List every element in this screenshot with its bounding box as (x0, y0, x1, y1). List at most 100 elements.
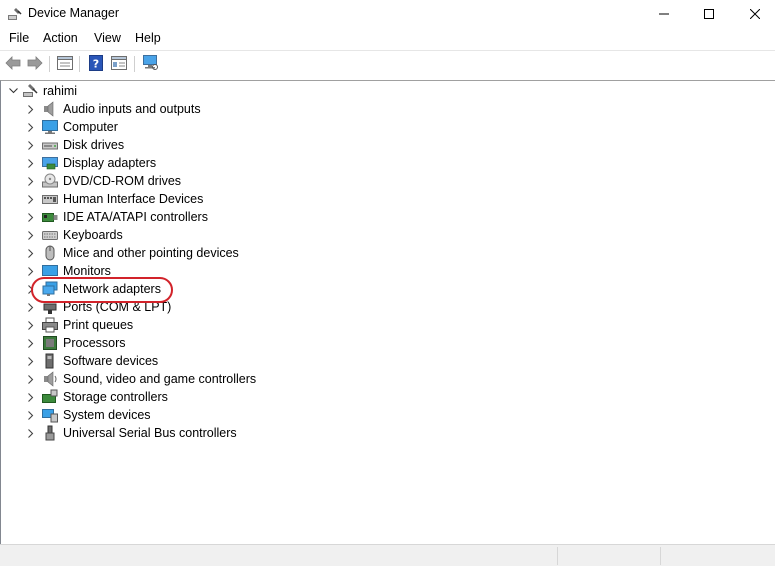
maximize-button[interactable] (686, 0, 732, 28)
usb-icon (42, 425, 58, 441)
chevron-right-icon[interactable] (24, 172, 38, 190)
tree-item[interactable]: Disk drives (24, 136, 124, 154)
svg-text:?: ? (93, 57, 99, 70)
toolbar-separator (134, 56, 135, 72)
tree-item-label: Display adapters (63, 156, 157, 170)
tree-item-label: Ports (COM & LPT) (63, 300, 172, 314)
tree-item-label: IDE ATA/ATAPI controllers (63, 210, 208, 224)
tree-item[interactable]: Display adapters (24, 154, 156, 172)
tree-item[interactable]: Computer (24, 118, 118, 136)
tree-item[interactable]: Universal Serial Bus controllers (24, 424, 237, 442)
hid-icon (42, 191, 58, 207)
chevron-right-icon[interactable] (24, 118, 38, 136)
tree-item[interactable]: Network adapters (24, 280, 161, 298)
chevron-right-icon[interactable] (24, 136, 38, 154)
tree-item[interactable]: Storage controllers (24, 388, 168, 406)
tree-item-label: Software devices (63, 354, 159, 368)
back-button[interactable] (3, 54, 23, 74)
device-tree: rahimi Audio inputs and outputs Computer D… (0, 80, 775, 544)
chevron-right-icon[interactable] (24, 388, 38, 406)
minimize-button[interactable] (641, 0, 687, 28)
tree-item-label: Print queues (63, 318, 134, 332)
tree-item-label: Universal Serial Bus controllers (63, 426, 237, 440)
system-device-icon (42, 407, 58, 423)
tree-item[interactable]: System devices (24, 406, 151, 424)
tree-item[interactable]: Sound, video and game controllers (24, 370, 256, 388)
help-icon: ? (89, 54, 103, 74)
tree-item-label: Audio inputs and outputs (63, 102, 201, 116)
menu-view[interactable]: View (92, 31, 123, 45)
processor-icon (42, 335, 58, 351)
toolbar-separator (79, 56, 80, 72)
tree-item-label: Keyboards (63, 228, 123, 242)
tree-item[interactable]: Software devices (24, 352, 158, 370)
chevron-right-icon[interactable] (24, 352, 38, 370)
tree-item[interactable]: Human Interface Devices (24, 190, 203, 208)
status-bar (0, 544, 775, 566)
tree-item[interactable]: DVD/CD-ROM drives (24, 172, 181, 190)
chevron-right-icon[interactable] (24, 226, 38, 244)
chevron-right-icon[interactable] (24, 100, 38, 118)
mouse-icon (42, 245, 58, 261)
software-device-icon (42, 353, 58, 369)
tree-item[interactable]: Keyboards (24, 226, 123, 244)
tree-item-label: Storage controllers (63, 390, 168, 404)
view-icon (111, 55, 127, 73)
tree-item-label: Processors (63, 336, 126, 350)
menu-action[interactable]: Action (41, 31, 80, 45)
status-separator (557, 547, 558, 565)
toolbar-separator (49, 56, 50, 72)
printer-icon (42, 317, 58, 333)
ide-controller-icon (42, 209, 58, 225)
tree-item[interactable]: IDE ATA/ATAPI controllers (24, 208, 208, 226)
menu-file[interactable]: File (7, 31, 31, 45)
status-separator (660, 547, 661, 565)
keyboard-icon (42, 227, 58, 243)
forward-arrow-icon (27, 55, 43, 73)
chevron-right-icon[interactable] (24, 316, 38, 334)
device-manager-icon (7, 6, 23, 22)
back-arrow-icon (5, 55, 21, 73)
tree-item-label: Computer (63, 120, 118, 134)
forward-button[interactable] (25, 54, 45, 74)
chevron-right-icon[interactable] (24, 244, 38, 262)
tree-item-label: Sound, video and game controllers (63, 372, 257, 386)
scan-hardware-button[interactable] (140, 54, 160, 74)
chevron-right-icon[interactable] (24, 424, 38, 442)
speaker-icon (42, 101, 58, 117)
storage-controller-icon (42, 389, 58, 405)
tree-item-label: Disk drives (63, 138, 125, 152)
tree-item[interactable]: Ports (COM & LPT) (24, 298, 171, 316)
chevron-right-icon[interactable] (24, 280, 38, 298)
menu-bar: File Action View Help (0, 28, 775, 50)
tree-item-label: System devices (63, 408, 151, 422)
chevron-right-icon[interactable] (24, 370, 38, 388)
menu-help[interactable]: Help (133, 31, 163, 45)
close-button[interactable] (732, 0, 775, 28)
tree-item-label: Network adapters (63, 282, 161, 296)
tree-item-label: Monitors (63, 264, 111, 278)
chevron-right-icon[interactable] (24, 406, 38, 424)
tree-item[interactable]: Monitors (24, 262, 111, 280)
dvd-drive-icon (42, 173, 58, 189)
tree-root[interactable]: rahimi (6, 82, 77, 100)
chevron-right-icon[interactable] (24, 262, 38, 280)
tree-item[interactable]: Processors (24, 334, 126, 352)
tree-item[interactable]: Mice and other pointing devices (24, 244, 239, 262)
chevron-right-icon[interactable] (24, 154, 38, 172)
help-button[interactable]: ? (86, 54, 106, 74)
tree-item[interactable]: Audio inputs and outputs (24, 100, 201, 118)
tree-item[interactable]: Print queues (24, 316, 133, 334)
title-bar: Device Manager (0, 0, 775, 28)
port-icon (42, 299, 58, 315)
chevron-right-icon[interactable] (24, 208, 38, 226)
chevron-right-icon[interactable] (24, 298, 38, 316)
computer-icon (42, 119, 58, 135)
view-button[interactable] (109, 54, 129, 74)
properties-button[interactable] (55, 54, 75, 74)
sound-icon (42, 371, 58, 387)
window-title: Device Manager (28, 6, 120, 20)
chevron-right-icon[interactable] (24, 334, 38, 352)
chevron-down-icon[interactable] (6, 82, 20, 100)
chevron-right-icon[interactable] (24, 190, 38, 208)
